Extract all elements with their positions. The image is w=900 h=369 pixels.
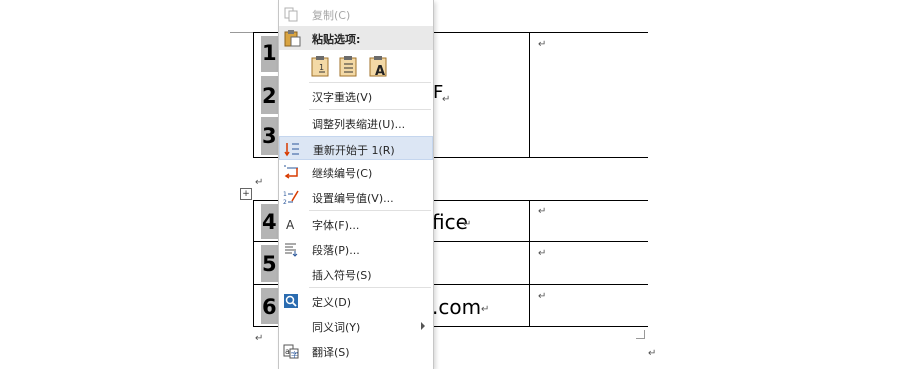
font-icon: A [286,218,295,232]
paragraph-mark: ↵ [648,348,657,359]
copy-icon [284,7,298,22]
paste-merge-list-icon[interactable] [338,54,360,78]
continue-numbering-icon [284,165,298,179]
menu-separator [309,82,431,83]
paste-options-header: 粘贴选项: [279,26,433,50]
menu-separator [309,109,431,110]
menu-item-insert-symbol[interactable]: 插入符号(S) [279,262,433,286]
menu-item-label: 段落(P)... [312,244,360,257]
svg-text:1: 1 [319,63,324,72]
menu-item-define[interactable]: 定义(D) [279,289,433,313]
submenu-arrow-icon [421,322,425,330]
paragraph-mark: ↵ [481,304,490,315]
menu-item-font[interactable]: A 字体(F)... [279,212,433,236]
menu-item-label: 调整列表缩进(U)... [312,118,406,131]
menu-separator [309,287,431,288]
table-1-mid-border [529,32,530,158]
paragraph-icon [285,243,298,257]
page-corner-mark [636,330,645,339]
menu-item-set-numbering-value[interactable]: 1 2 设置编号值(V)... [279,185,433,209]
menu-item-adjust-list-indent[interactable]: 调整列表缩进(U)... [279,111,433,135]
paragraph-mark: ↵ [255,177,264,188]
menu-item-label: 重新开始于 1(R) [313,144,395,157]
table-2-mid-border [529,200,530,327]
menu-item-label: 定义(D) [312,296,352,309]
menu-separator [309,210,431,211]
paste-keep-format-icon[interactable]: 1 [310,54,332,78]
menu-item-restart-numbering[interactable]: 重新开始于 1(R) [279,136,433,160]
menu-item-label: 汉字重选(V) [312,91,373,104]
context-menu: 复制(C) 粘贴选项: 1 A 汉字重选(V) 调整列表缩进(U)... 重新开… [278,0,434,369]
menu-item-paragraph[interactable]: 段落(P)... [279,237,433,261]
paragraph-mark: ↵ [538,39,547,50]
set-numbering-value-icon: 1 2 [283,190,299,205]
table-1-left-border [253,32,254,158]
svg-text:1: 1 [283,191,287,198]
table-2-left-border [253,200,254,327]
menu-item-label: 同义词(Y) [312,321,361,334]
paragraph-mark: ↵ [538,206,547,217]
menu-item-continue-numbering[interactable]: 继续编号(C) [279,160,433,184]
menu-item-label: 设置编号值(V)... [312,192,394,205]
svg-text:A: A [375,64,385,78]
paragraph-mark: ↵ [538,248,547,259]
paragraph-mark: ↵ [538,291,547,302]
svg-text:a: a [285,347,290,356]
restart-numbering-icon [284,143,299,157]
menu-item-reconvert[interactable]: 汉字重选(V) [279,84,433,108]
document-canvas[interactable]: 1. 2. 3. F ↵ ↵ ↵ + 4. 5. 6. fice ↵ .com … [0,0,900,369]
menu-item-label: 翻译(S) [312,346,350,359]
svg-text:2: 2 [283,199,287,205]
cell-text-fragment: .com [432,295,482,319]
menu-item-synonyms[interactable]: 同义词(Y) [279,314,433,338]
menu-item-label: 字体(F)... [312,219,360,232]
menu-item-label: 继续编号(C) [312,167,373,180]
paragraph-mark: ↵ [255,333,264,344]
paste-text-only-icon[interactable]: A [368,54,390,78]
menu-item-label: 插入符号(S) [312,269,372,282]
menu-item-translate[interactable]: a 字 翻译(S) [279,339,433,363]
menu-item-copy[interactable]: 复制(C) [279,2,433,26]
menu-item-label: 复制(C) [312,9,351,22]
paragraph-mark: ↵ [463,219,472,230]
paragraph-mark: ↵ [442,94,451,105]
svg-text:A: A [286,218,295,232]
paste-options-label: 粘贴选项: [312,33,361,46]
translate-icon: a 字 [283,344,299,359]
table-move-handle-icon[interactable]: + [240,188,252,200]
svg-text:字: 字 [291,350,298,359]
define-icon [284,294,298,308]
paste-icon [284,30,301,47]
